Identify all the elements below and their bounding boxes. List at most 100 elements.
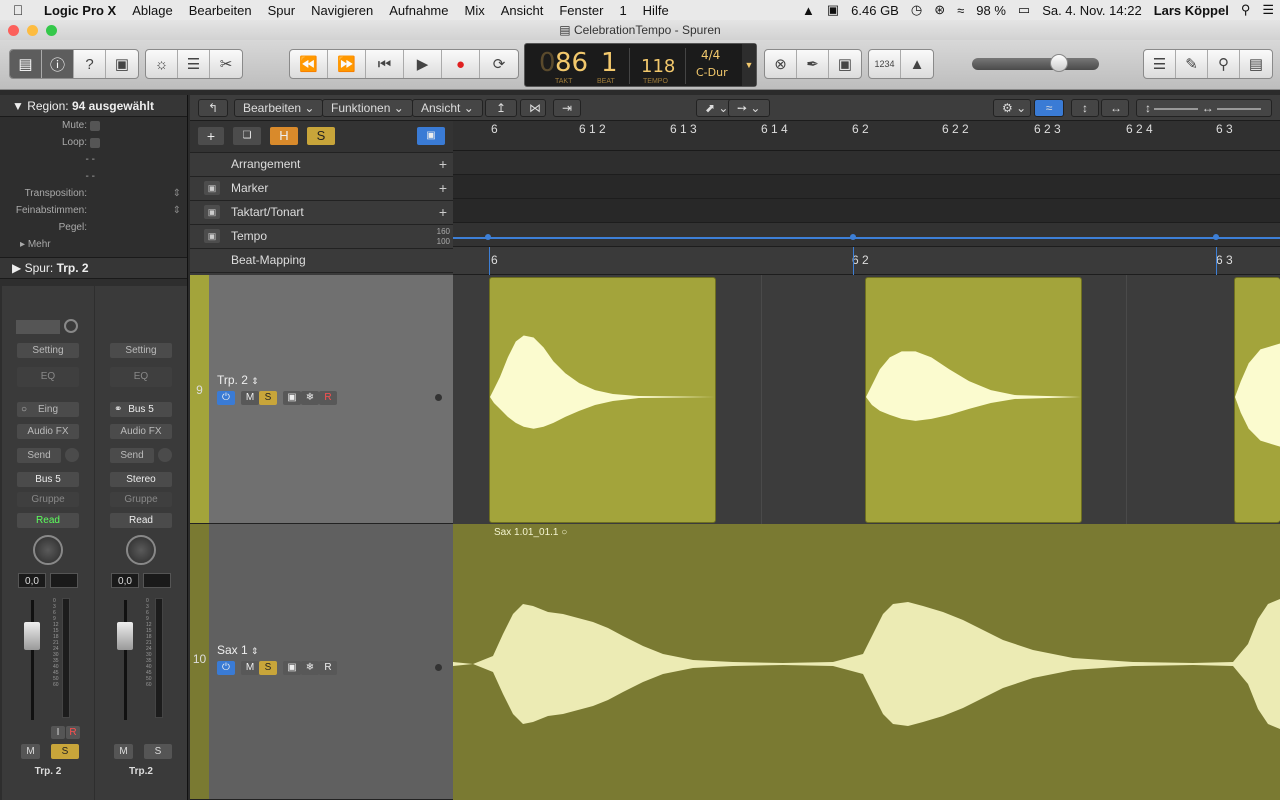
minimize-window-icon[interactable]: [27, 25, 38, 36]
master-volume-knob[interactable]: [1050, 54, 1068, 72]
menu-navigate[interactable]: Navigieren: [303, 3, 381, 18]
rewind-icon[interactable]: ⏪: [290, 50, 328, 78]
send-slot[interactable]: Send: [110, 448, 154, 463]
lock-icon[interactable]: ▣: [204, 229, 220, 243]
tuner-icon[interactable]: ✒: [797, 50, 829, 78]
level-row[interactable]: Pegel:: [0, 219, 187, 236]
global-solo-button[interactable]: S: [307, 127, 335, 145]
automation-mode-button[interactable]: Read: [110, 513, 172, 528]
flex-icon[interactable]: ⋈: [520, 99, 546, 117]
lcd-dropdown-icon[interactable]: ▼: [742, 44, 756, 86]
automation-mode-button[interactable]: Read: [17, 513, 79, 528]
snap-settings-icon[interactable]: ⚙ ⌄: [993, 99, 1031, 117]
global-tracks-toggle-icon[interactable]: ▣: [417, 127, 445, 145]
list-editors-icon[interactable]: ☰: [1144, 50, 1176, 78]
disclosure-right-icon[interactable]: ▶: [12, 261, 25, 275]
solo-button[interactable]: S: [51, 744, 79, 759]
menu-mix[interactable]: Mix: [457, 3, 493, 18]
track-freeze-icon[interactable]: ❄: [301, 391, 319, 405]
track-on-off-icon[interactable]: ⏻: [217, 661, 235, 675]
spotlight-icon[interactable]: ⚲: [1241, 2, 1251, 18]
volume-fader-cap[interactable]: [24, 622, 40, 650]
track-header-sax1[interactable]: 10 Sax 1 ⇕ ⏻ M S ▣ ❄ R: [190, 524, 453, 800]
track-solo-button[interactable]: S: [259, 391, 277, 405]
beat-mapping-lane[interactable]: 6 6 2 6 3: [453, 247, 1280, 275]
vertical-zoom-slider[interactable]: [1154, 107, 1199, 110]
replace-icon[interactable]: ⊗: [765, 50, 797, 78]
battery-icon[interactable]: ▭: [1018, 2, 1030, 18]
track-freeze-icon[interactable]: ❄: [301, 661, 319, 675]
pan-value[interactable]: 0,0: [18, 573, 46, 588]
master-volume-slider[interactable]: [972, 54, 1099, 72]
output-button[interactable]: Bus 5: [17, 472, 79, 487]
track-lane-sax1[interactable]: Sax 1.01_01.1 ○: [453, 524, 1280, 800]
hide-tracks-button[interactable]: H: [270, 127, 298, 145]
go-to-start-icon[interactable]: ⏮: [366, 50, 404, 78]
cycle-icon[interactable]: ⟳: [480, 50, 518, 78]
setting-button[interactable]: Setting: [110, 343, 172, 358]
menu-track[interactable]: Spur: [260, 3, 303, 18]
solo-mode-icon[interactable]: ▣: [829, 50, 861, 78]
mixer-icon[interactable]: ☰: [178, 50, 210, 78]
metronome-icon[interactable]: ▲: [901, 50, 933, 78]
arrangement-lane[interactable]: [453, 151, 1280, 175]
loop-checkbox[interactable]: [90, 138, 100, 148]
pan-knob[interactable]: [33, 535, 63, 565]
track-mute-button[interactable]: M: [241, 391, 259, 405]
signature-global-track[interactable]: ▣ Taktart/Tonart +: [190, 201, 453, 225]
quick-help-icon[interactable]: ?: [74, 50, 106, 78]
more-row[interactable]: ▸ Mehr: [0, 236, 187, 253]
bar-ruler[interactable]: 6 6 1 2 6 1 3 6 1 4 6 2 6 2 2 6 2 3 6 2 …: [453, 121, 1280, 151]
pan-knob[interactable]: [126, 535, 156, 565]
fine-tune-row[interactable]: Feinabstimmen: ⇕: [0, 202, 187, 219]
menu-record[interactable]: Aufnahme: [381, 3, 456, 18]
waveform-zoom-icon[interactable]: ≈: [1034, 99, 1064, 117]
toolbar-toggle-icon[interactable]: ▣: [106, 50, 138, 78]
menu-app[interactable]: Logic Pro X: [36, 3, 124, 18]
play-icon[interactable]: ▶: [404, 50, 442, 78]
track-record-button[interactable]: R: [319, 391, 337, 405]
functions-menu[interactable]: Funktionen ⌄: [322, 99, 413, 117]
editors-scissors-icon[interactable]: ✂: [210, 50, 242, 78]
mute-button[interactable]: M: [21, 744, 40, 759]
horizontal-fit-icon[interactable]: ↔: [1101, 99, 1129, 117]
setting-button[interactable]: Setting: [17, 343, 79, 358]
menu-file[interactable]: Ablage: [124, 3, 180, 18]
close-window-icon[interactable]: [8, 25, 19, 36]
menu-window[interactable]: Fenster: [551, 3, 611, 18]
tempo-point[interactable]: [1213, 234, 1219, 240]
track-header-trp2[interactable]: 9 Trp. 2 ⇕ ⏻ M S ▣ ❄ R: [190, 275, 453, 524]
duplicate-track-icon[interactable]: ❏: [233, 127, 261, 145]
solo-button[interactable]: S: [144, 744, 172, 759]
track-lock-icon[interactable]: ▣: [283, 391, 301, 405]
time-machine-icon[interactable]: ◷: [911, 2, 922, 18]
tempo-lane[interactable]: [453, 223, 1280, 247]
track-name[interactable]: Trp. 2 ⇕: [217, 373, 259, 387]
dash-value-2[interactable]: - -: [86, 171, 95, 182]
browser-icon[interactable]: ▤: [1240, 50, 1272, 78]
audio-region[interactable]: [489, 277, 716, 523]
eq-button[interactable]: EQ: [17, 367, 79, 387]
track-lock-icon[interactable]: ▣: [283, 661, 301, 675]
transposition-stepper-icon[interactable]: ⇕: [173, 188, 181, 199]
track-record-button[interactable]: R: [319, 661, 337, 675]
track-name[interactable]: Sax 1 ⇕: [217, 643, 259, 657]
user-name[interactable]: Lars Köppel: [1154, 3, 1229, 18]
lcd-key[interactable]: C-Dur: [696, 66, 728, 79]
volume-fader-track[interactable]: [31, 600, 34, 720]
note-pad-icon[interactable]: ✎: [1176, 50, 1208, 78]
input-gain-knob[interactable]: [64, 319, 78, 333]
add-icon[interactable]: +: [439, 153, 447, 176]
track-on-off-icon[interactable]: ⏻: [217, 391, 235, 405]
automation-icon[interactable]: ↥: [485, 99, 517, 117]
menu-one[interactable]: 1: [611, 3, 634, 18]
transposition-row[interactable]: Transposition: ⇕: [0, 185, 187, 202]
beat-mapping-global-track[interactable]: Beat-Mapping: [190, 249, 453, 273]
send-level-knob[interactable]: [158, 448, 172, 462]
volume-fader-cap[interactable]: [117, 622, 133, 650]
tempo-curve[interactable]: [453, 237, 1280, 239]
lcd-display[interactable]: 0 86 1 TAKT BEAT 118 TEMPO 4/4 C-Dur ▼: [524, 43, 757, 87]
tempo-global-track[interactable]: ▣ Tempo 160 100: [190, 225, 453, 249]
loop-browser-icon[interactable]: ⚲: [1208, 50, 1240, 78]
storage-icon[interactable]: ▣: [827, 2, 839, 18]
